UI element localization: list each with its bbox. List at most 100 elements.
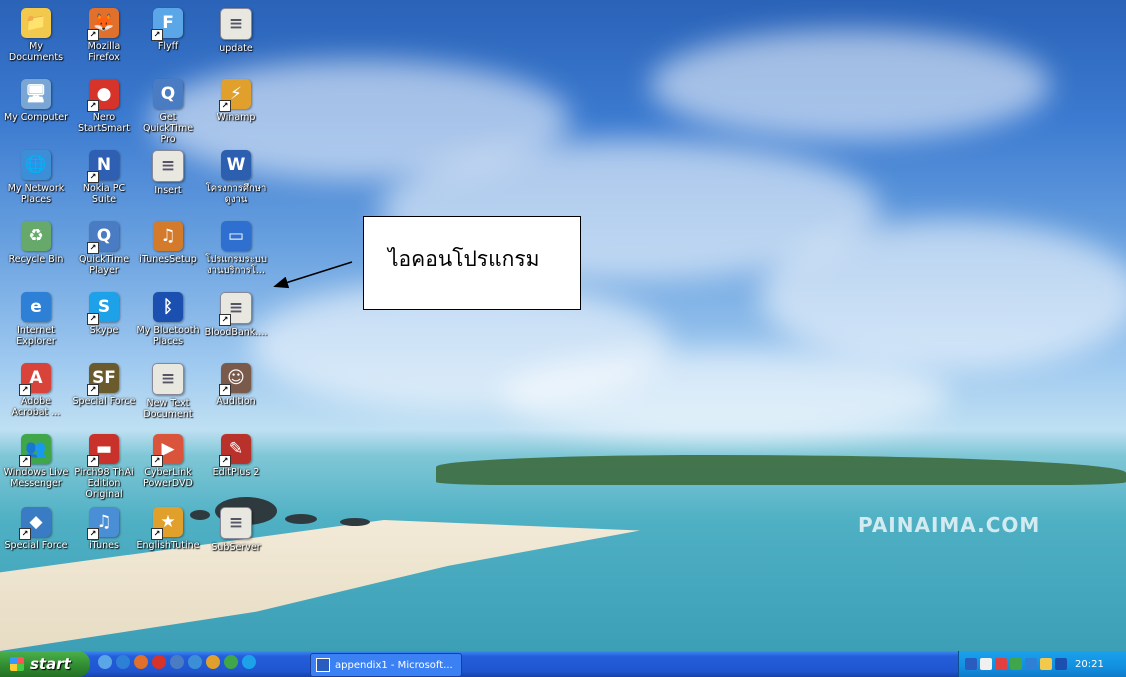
desktop-icon-label: Adobe Acrobat ... — [11, 396, 61, 418]
quick-launch-icon[interactable] — [98, 655, 112, 669]
desktop-icon[interactable]: ◆Special Force — [3, 507, 69, 551]
desktop-icon-label: โปรแกรมระบบงานบริการโ... — [205, 254, 267, 276]
desktop-icon[interactable]: ≡ Insert — [135, 150, 201, 196]
desktop-icon[interactable]: ☺Audition — [203, 363, 269, 407]
program-icon: ▶ — [151, 434, 183, 467]
tray-icons — [965, 658, 1067, 670]
system-tray: 20:21 — [958, 651, 1126, 677]
program-icon: F — [151, 8, 183, 41]
desktop-icon[interactable]: 🌐 My Network Places — [3, 150, 69, 205]
desktop-icon-label: Nokia PC Suite — [82, 183, 126, 205]
desktop-icon[interactable]: ♫ iTunesSetup — [135, 221, 201, 265]
quick-launch-icon[interactable] — [188, 655, 202, 669]
program-icon: ● — [87, 79, 119, 112]
desktop-icon-label: EditPlus 2 — [212, 467, 260, 478]
tray-icon[interactable] — [965, 658, 977, 670]
desktop-icon[interactable]: NNokia PC Suite — [71, 150, 137, 205]
program-icon: ⚡ — [219, 79, 251, 112]
program-icon: W — [221, 150, 251, 180]
desktop-icon-label: Internet Explorer — [16, 325, 56, 347]
callout-box: ไอคอนโปรแกรม — [363, 216, 581, 310]
desktop-icon-label: New Text Document — [143, 398, 193, 420]
program-icon: 📁 — [21, 8, 51, 38]
quick-launch-icon[interactable] — [152, 655, 166, 669]
program-icon: A — [19, 363, 51, 396]
quick-launch-icon[interactable] — [242, 655, 256, 669]
desktop-icon-label: Windows Live Messenger — [3, 467, 69, 489]
tray-icon[interactable] — [1040, 658, 1052, 670]
desktop-icon[interactable]: ▬Pirch98 ThAi Edition Original — [71, 434, 137, 500]
desktop-icon[interactable]: QQuickTime Player — [71, 221, 137, 276]
quick-launch-icon[interactable] — [116, 655, 130, 669]
taskbar-button-word[interactable]: appendix1 - Microsoft... — [310, 653, 462, 677]
desktop-icon[interactable]: 👥Windows Live Messenger — [3, 434, 69, 489]
desktop-icon[interactable]: e Internet Explorer — [3, 292, 69, 347]
program-icon: ▬ — [87, 434, 119, 467]
desktop-icon-label: Flyff — [157, 41, 179, 52]
desktop-icon[interactable]: 📁 My Documents — [3, 8, 69, 63]
desktop-icon[interactable]: SSkype — [71, 292, 137, 336]
desktop-icon[interactable]: ⚡Winamp — [203, 79, 269, 123]
program-icon: ≡ — [152, 363, 184, 395]
quick-launch-icon[interactable] — [170, 655, 184, 669]
tray-icon[interactable] — [1055, 658, 1067, 670]
program-icon: ☺ — [219, 363, 251, 396]
program-icon: 🌐 — [21, 150, 51, 180]
desktop-icon[interactable]: ≡BloodBank.... — [203, 292, 269, 338]
callout-text: ไอคอนโปรแกรม — [388, 247, 540, 271]
program-icon: 🦊 — [87, 8, 119, 41]
desktop-icon[interactable]: ▭ โปรแกรมระบบงานบริการโ... — [203, 221, 269, 276]
desktop-icon[interactable]: ≡ New Text Document — [135, 363, 201, 420]
desktop-icon[interactable]: ≡ SubServer — [203, 507, 269, 553]
tray-icon[interactable] — [1010, 658, 1022, 670]
program-icon: ♻ — [21, 221, 51, 251]
desktop-icon[interactable]: Q Get QuickTime Pro — [135, 79, 201, 145]
desktop-icon[interactable]: AAdobe Acrobat ... — [3, 363, 69, 418]
quick-launch-icon[interactable] — [134, 655, 148, 669]
quick-launch-icon[interactable] — [206, 655, 220, 669]
desktop-icon[interactable]: FFlyff — [135, 8, 201, 52]
program-icon: ≡ — [152, 150, 184, 182]
clock[interactable]: 20:21 — [1075, 659, 1104, 670]
start-button[interactable]: start — [0, 651, 90, 677]
desktop-icon[interactable]: W โครงการศึกษาดูงาน — [203, 150, 269, 205]
desktop-icon[interactable]: ♫iTunes — [71, 507, 137, 551]
watermark-text: PAINAIMA.COM — [858, 513, 1041, 537]
desktop-icon[interactable]: ᛒ My Bluetooth Places — [135, 292, 201, 347]
desktop-icon-label: โครงการศึกษาดูงาน — [205, 183, 267, 205]
program-icon: SF — [87, 363, 119, 396]
desktop-icon-label: Winamp — [216, 112, 256, 123]
desktop-icon-label: Get QuickTime Pro — [142, 112, 194, 145]
desktop-icon[interactable]: ▶CyberLink PowerDVD — [135, 434, 201, 489]
island — [436, 455, 1126, 485]
quick-launch-bar — [98, 655, 256, 673]
desktop-icon-label: My Documents — [8, 41, 64, 63]
desktop-icon[interactable]: ●Nero StartSmart — [71, 79, 137, 134]
desktop-icon-label: Mozilla Firefox — [87, 41, 121, 63]
program-icon: ≡ — [220, 507, 252, 539]
desktop-icon[interactable]: ♻ Recycle Bin — [3, 221, 69, 265]
desktop-icon[interactable]: ✎EditPlus 2 — [203, 434, 269, 478]
desktop-icon[interactable]: 🖥 My Computer — [3, 79, 69, 123]
tray-icon[interactable] — [980, 658, 992, 670]
tray-icon[interactable] — [1025, 658, 1037, 670]
tray-icon[interactable] — [995, 658, 1007, 670]
program-icon: ◆ — [19, 507, 51, 540]
program-icon: ★ — [151, 507, 183, 540]
desktop-icon-label: My Network Places — [7, 183, 65, 205]
desktop-icon-label: Special Force — [72, 396, 136, 407]
desktop-icon-label: Audition — [216, 396, 256, 407]
program-icon: ▭ — [221, 221, 251, 251]
desktop-icon[interactable]: 🦊Mozilla Firefox — [71, 8, 137, 63]
program-icon: ≡ — [219, 292, 252, 326]
quick-launch-icon[interactable] — [224, 655, 238, 669]
program-icon: ≡ — [220, 8, 252, 40]
desktop-icon[interactable]: ★EnglishTutine — [135, 507, 201, 551]
program-icon: ♫ — [87, 507, 119, 540]
desktop-icon[interactable]: ≡ update — [203, 8, 269, 54]
word-icon — [316, 658, 330, 672]
desktop-icon-label: iTunes — [89, 540, 119, 551]
start-label: start — [30, 655, 71, 673]
program-icon: Q — [87, 221, 119, 254]
desktop-icon[interactable]: SFSpecial Force — [71, 363, 137, 407]
